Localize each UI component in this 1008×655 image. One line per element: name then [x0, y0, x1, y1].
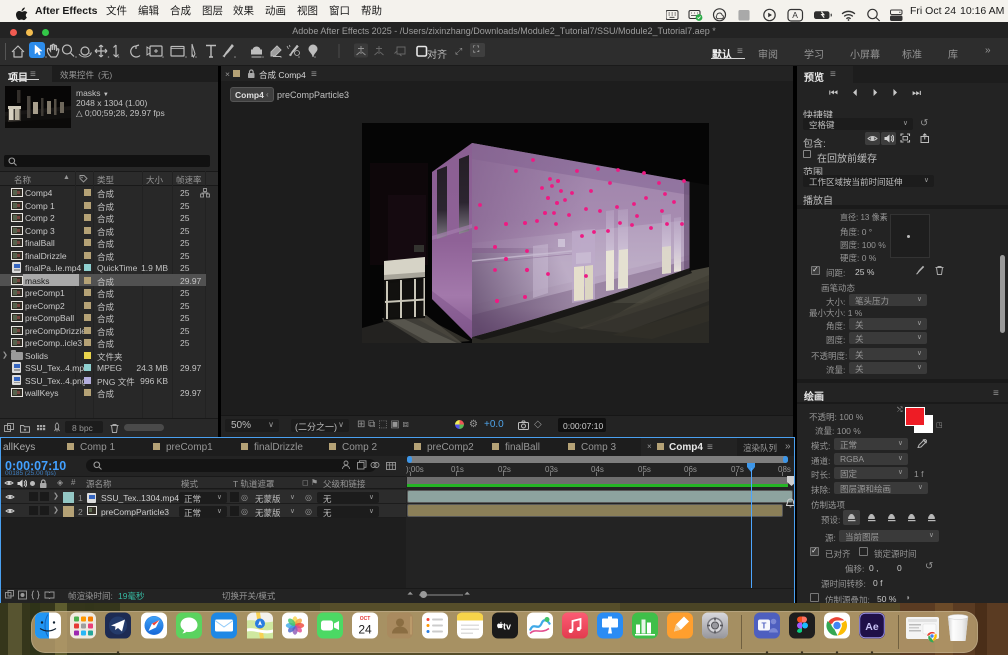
svg-text:T: T	[762, 622, 767, 631]
svg-text:OCT: OCT	[360, 616, 371, 622]
svg-text:tv: tv	[503, 622, 511, 632]
svg-text:A: A	[792, 10, 798, 20]
svg-text:Ae: Ae	[865, 621, 879, 633]
svg-text:24: 24	[358, 623, 372, 637]
